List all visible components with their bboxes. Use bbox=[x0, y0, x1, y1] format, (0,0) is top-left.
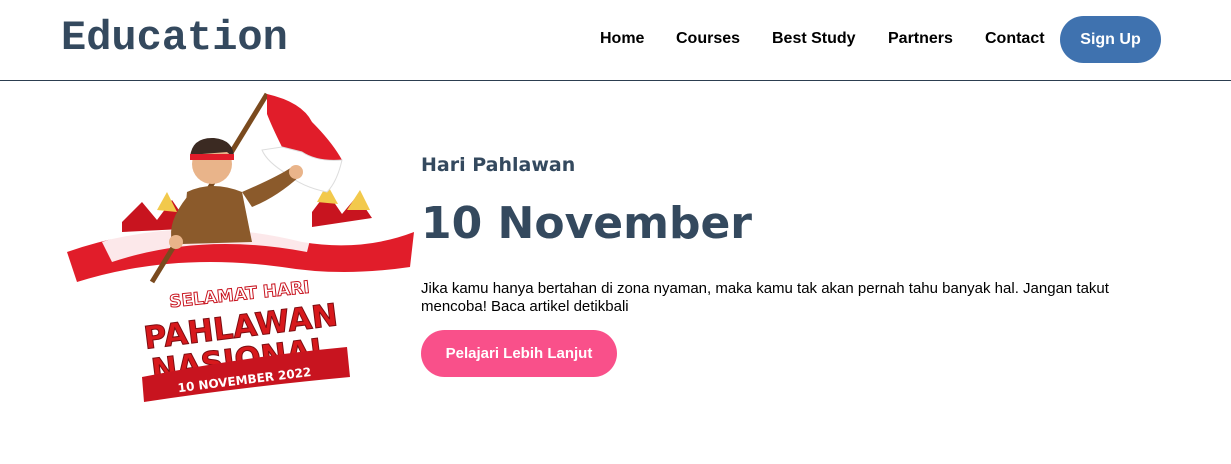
hero-title: 10 November bbox=[421, 198, 753, 249]
hero-illustration: SELAMAT HARI PAHLAWAN NASIONAL 10 NOVEMB… bbox=[62, 92, 420, 407]
pahlawan-emblem-image: SELAMAT HARI PAHLAWAN NASIONAL 10 NOVEMB… bbox=[67, 92, 414, 402]
hero-description: Jika kamu hanya bertahan di zona nyaman,… bbox=[421, 280, 1109, 315]
nav-best-study[interactable]: Best Study bbox=[772, 30, 856, 48]
nav-courses[interactable]: Courses bbox=[676, 30, 740, 48]
signup-button[interactable]: Sign Up bbox=[1060, 16, 1161, 63]
learn-more-button[interactable]: Pelajari Lebih Lanjut bbox=[421, 330, 617, 377]
nav-home[interactable]: Home bbox=[600, 30, 644, 48]
nav-partners[interactable]: Partners bbox=[888, 30, 953, 48]
nav-contact[interactable]: Contact bbox=[985, 30, 1045, 48]
site-header: Education Home Courses Best Study Partne… bbox=[0, 0, 1231, 81]
site-logo[interactable]: Education bbox=[61, 14, 288, 62]
hero-subtitle: Hari Pahlawan bbox=[421, 154, 576, 176]
